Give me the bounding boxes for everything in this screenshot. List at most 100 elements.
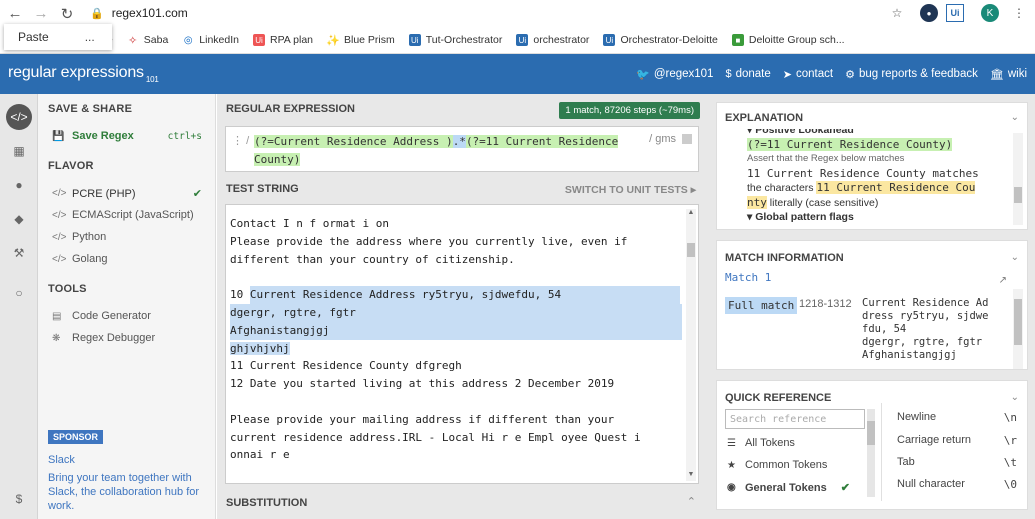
reload-icon[interactable]: ↻ [56,3,78,25]
test-string-text[interactable]: Contact I n f ormat i on Please provide … [230,215,682,464]
match-highlight: Current Residence Address ry5tryu, sjdwe… [249,286,680,304]
bug-report-link[interactable]: ⚙ bug reports & feedback [845,68,978,81]
regex-dotstar: .* [452,135,466,148]
back-icon[interactable]: ← [4,3,26,25]
explanation-node[interactable]: ▾ Positive Lookahead [747,129,997,138]
more-menu-item[interactable]: ... [85,30,95,44]
linkedin-icon: ◎ [183,34,193,46]
forward-icon[interactable]: → [30,3,52,25]
save-icon: 💾 [52,130,65,142]
logo[interactable]: regular expressions 101 [8,64,159,83]
category-all-tokens[interactable]: ☰ All Tokens [727,437,795,449]
profile-avatar[interactable]: K [981,4,999,22]
scroll-thumb[interactable] [867,421,875,445]
explanation-heading: EXPLANATION [725,112,804,124]
switch-unit-tests-button[interactable]: SWITCH TO UNIT TESTS ▸ [565,184,696,196]
test-line: Please provide your mailing address if d… [230,412,615,426]
dollar-icon: $ [725,68,732,80]
wrench-icon[interactable]: ⚒ [6,240,32,266]
category-general-tokens[interactable]: ◉ General Tokens ✔ [727,481,850,495]
deloitte-icon: ■ [731,34,744,46]
star-icon[interactable]: ☆ [888,4,906,22]
bookmark-deloitte[interactable]: ■ Deloitte Group sch... [731,34,845,46]
search-reference-input[interactable]: Search reference [725,409,865,429]
scroll-up-icon[interactable]: ▲ [686,209,696,219]
lock-icon: 🔒 [90,7,104,20]
category-common-tokens[interactable]: ★ Common Tokens [727,459,827,471]
category-scrollbar[interactable] [867,409,875,497]
dollar-icon[interactable]: $ [6,486,32,512]
bookmark-linkedin[interactable]: ◎ LinkedIn [182,34,239,46]
flag-icon[interactable] [682,134,692,144]
icon-bar: </> ▦ ● ◆ ⚒ ○ $ [0,94,38,519]
reference-row[interactable]: Newline \n [897,411,1017,424]
chevron-up-icon[interactable]: ⌃ [687,495,696,508]
extension-icon[interactable]: ● [920,4,938,22]
match-label: Match 1 [725,271,772,284]
flavor-golang[interactable]: </> Golang [52,253,202,265]
scroll-thumb[interactable] [1014,299,1022,345]
bookmark-orchestrator[interactable]: Ui orchestrator [516,34,589,46]
test-line: 12 Date you started living at this addre… [230,377,615,391]
test-line: 11 Current Residence County dfgregh [230,359,462,373]
twitter-link[interactable]: 🐦 @regex101 [636,68,713,81]
reference-row[interactable]: Tab \t [897,456,1017,469]
test-string-input[interactable]: Contact I n f ormat i on Please provide … [225,204,699,484]
test-line-match: dgergr, rgtre, fgtr [230,303,682,322]
bookmark-rpa-plan[interactable]: Ui RPA plan [253,34,313,46]
regex-heading: REGULAR EXPRESSION [226,103,355,115]
chat-icon[interactable]: ○ [6,280,32,306]
wiki-link[interactable]: 🏛 wiki [990,68,1027,81]
save-regex-button[interactable]: 💾 Save Regex ctrl+s [52,130,202,142]
bookmark-blue-prism[interactable]: ✨ Blue Prism [326,34,395,47]
scroll-thumb[interactable] [687,243,695,257]
regex-input[interactable]: ⋮ / (?=Current Residence Address ).*(?=1… [225,126,699,172]
explanation-node[interactable]: ▾ Global pattern flags [747,210,997,225]
contact-link[interactable]: ➤ contact [783,68,833,81]
bug-icon: ❋ [52,332,61,344]
uipath-extension-icon[interactable]: Ui [946,4,964,22]
reference-row[interactable]: Null character \0 [897,478,1017,491]
check-icon: ✔ [840,482,850,494]
flavor-ecmascript[interactable]: </> ECMAScript (JavaScript) [52,209,202,221]
explanation-text: nty literally (case sensitive) [747,195,879,209]
quick-reference-heading: QUICK REFERENCE [725,392,832,404]
sponsor-title[interactable]: Slack [48,454,75,466]
match-status-badge: 1 match, 87206 steps (~79ms) [559,102,700,119]
menu-icon[interactable]: ⋮ [1010,4,1028,22]
substitution-heading[interactable]: SUBSTITUTION [226,497,307,509]
paste-menu-item[interactable]: Paste [18,30,49,44]
regex-debugger-link[interactable]: ❋ Regex Debugger [52,332,202,344]
code-icon[interactable]: </> [6,104,32,130]
gamepad-icon[interactable]: ◆ [6,206,32,232]
code-icon: </> [52,209,67,221]
address-bar[interactable]: 🔒 regex101.com [90,3,920,23]
chevron-down-icon[interactable]: ⌄ [1011,392,1019,403]
scroll-down-icon[interactable]: ▼ [686,471,696,481]
user-icon[interactable]: ● [6,172,32,198]
share-icon[interactable]: ↗ [999,275,1007,286]
flavor-python[interactable]: </> Python [52,231,202,243]
explanation-scrollbar[interactable] [1013,133,1023,225]
chevron-down-icon[interactable]: ⌄ [1011,252,1019,263]
regex-lookahead-1: (?=Current Residence Address ) [254,135,453,148]
scroll-thumb[interactable] [1014,187,1022,203]
regex-text[interactable]: (?=Current Residence Address ).*(?=11 Cu… [254,133,634,169]
code-generator-link[interactable]: ▤ Code Generator [52,310,202,322]
full-match-label: Full match [725,297,798,314]
regex-delimiter: ⋮ / [232,135,250,147]
bookmarks-bar: te ✧Saba ◎LinkedIn UiRPA plan ✨Blue Pris… [0,27,1035,53]
donate-link[interactable]: $ donate [725,68,770,80]
test-scrollbar[interactable]: ▲ ▼ [686,209,696,481]
bookmark-orchestrator-deloitte[interactable]: Ui Orchestrator-Deloitte [603,34,718,46]
bookmark-saba[interactable]: ✧ Saba [127,34,168,47]
regex-flags[interactable]: / gms [649,133,692,145]
reference-row[interactable]: Carriage return \r [897,434,1017,447]
match-scrollbar[interactable] [1013,289,1023,369]
sponsor-text[interactable]: Bring your team together with Slack, the… [48,471,210,513]
book-icon[interactable]: ▦ [6,138,32,164]
flavor-pcre[interactable]: </> PCRE (PHP) ✔ [52,187,202,201]
explanation-text: Assert that the Regex below matches [747,153,905,164]
chevron-down-icon[interactable]: ⌄ [1011,112,1019,123]
bookmark-tut-orchestrator[interactable]: Ui Tut-Orchestrator [408,34,502,46]
